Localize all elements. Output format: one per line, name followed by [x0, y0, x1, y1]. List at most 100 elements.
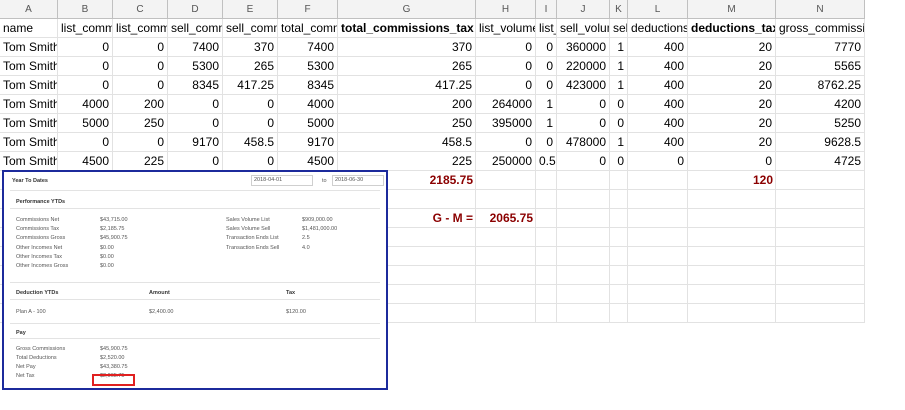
value-cell[interactable]: 0 [58, 38, 113, 57]
column-header-j[interactable]: J [557, 0, 610, 19]
value-cell[interactable]: 220000 [557, 57, 610, 76]
value-cell[interactable]: 0 [476, 133, 536, 152]
value-cell[interactable]: 1 [610, 133, 628, 152]
value-cell[interactable]: 250000 [476, 152, 536, 171]
value-cell[interactable]: 4000 [58, 95, 113, 114]
value-cell[interactable]: 225 [338, 152, 476, 171]
column-header-a[interactable]: A [0, 0, 58, 19]
value-cell[interactable]: 20 [688, 38, 776, 57]
empty-cell[interactable] [610, 171, 628, 190]
empty-cell[interactable] [776, 190, 865, 209]
value-cell[interactable]: 20 [688, 133, 776, 152]
value-cell[interactable]: 9170 [278, 133, 338, 152]
header-cell[interactable]: sell_comm [168, 19, 223, 38]
value-cell[interactable]: 0 [688, 152, 776, 171]
empty-cell[interactable] [610, 304, 628, 323]
value-cell[interactable]: 395000 [476, 114, 536, 133]
empty-cell[interactable] [476, 266, 536, 285]
value-cell[interactable]: 0 [476, 38, 536, 57]
header-cell[interactable]: sell_ [610, 19, 628, 38]
empty-cell[interactable] [536, 171, 557, 190]
empty-cell[interactable] [628, 266, 688, 285]
value-cell[interactable]: 9170 [168, 133, 223, 152]
column-header-h[interactable]: H [476, 0, 536, 19]
empty-cell[interactable] [557, 247, 610, 266]
name-cell[interactable]: Tom Smith [0, 57, 58, 76]
value-cell[interactable]: 200 [113, 95, 168, 114]
empty-cell[interactable] [776, 209, 865, 228]
value-cell[interactable]: 0 [610, 152, 628, 171]
value-cell[interactable]: 1 [610, 38, 628, 57]
value-cell[interactable]: 458.5 [223, 133, 278, 152]
header-cell[interactable]: list_ [536, 19, 557, 38]
empty-cell[interactable] [476, 247, 536, 266]
empty-cell[interactable] [628, 247, 688, 266]
value-cell[interactable]: 417.25 [338, 76, 476, 95]
column-header-b[interactable]: B [58, 0, 113, 19]
value-cell[interactable]: 265 [223, 57, 278, 76]
value-cell[interactable]: 5250 [776, 114, 865, 133]
empty-cell[interactable] [688, 247, 776, 266]
empty-cell[interactable] [536, 304, 557, 323]
empty-cell[interactable] [557, 285, 610, 304]
empty-cell[interactable] [628, 209, 688, 228]
empty-cell[interactable] [557, 228, 610, 247]
value-cell[interactable]: 400 [628, 114, 688, 133]
value-cell[interactable]: 400 [628, 95, 688, 114]
empty-cell[interactable] [610, 266, 628, 285]
value-cell[interactable]: 265 [338, 57, 476, 76]
value-cell[interactable]: 1 [610, 57, 628, 76]
value-cell[interactable]: 400 [628, 57, 688, 76]
value-cell[interactable]: 400 [628, 38, 688, 57]
value-cell[interactable]: 5000 [278, 114, 338, 133]
column-header-k[interactable]: K [610, 0, 628, 19]
value-cell[interactable]: 1 [610, 76, 628, 95]
value-cell[interactable]: 200 [338, 95, 476, 114]
value-cell[interactable]: 0 [536, 57, 557, 76]
column-header-m[interactable]: M [688, 0, 776, 19]
value-cell[interactable]: 370 [223, 38, 278, 57]
name-cell[interactable]: Tom Smith [0, 95, 58, 114]
empty-cell[interactable] [776, 247, 865, 266]
value-cell[interactable]: 0 [113, 57, 168, 76]
value-cell[interactable]: 5300 [168, 57, 223, 76]
value-cell[interactable]: 0 [536, 76, 557, 95]
name-cell[interactable]: Tom Smith [0, 114, 58, 133]
header-cell[interactable]: total_comm [278, 19, 338, 38]
value-cell[interactable]: 400 [628, 76, 688, 95]
empty-cell[interactable] [688, 228, 776, 247]
empty-cell[interactable] [610, 209, 628, 228]
value-cell[interactable]: 4200 [776, 95, 865, 114]
empty-cell[interactable] [610, 190, 628, 209]
value-cell[interactable]: 4500 [58, 152, 113, 171]
value-cell[interactable]: 5000 [58, 114, 113, 133]
header-cell[interactable]: sell_volume [557, 19, 610, 38]
value-cell[interactable]: 1 [536, 114, 557, 133]
date-from-input[interactable]: 2018-04-01 [251, 175, 313, 186]
value-cell[interactable]: 0 [58, 57, 113, 76]
empty-cell[interactable] [536, 228, 557, 247]
value-cell[interactable]: 264000 [476, 95, 536, 114]
header-cell[interactable]: deductions_tax [688, 19, 776, 38]
empty-cell[interactable] [688, 190, 776, 209]
column-header-e[interactable]: E [223, 0, 278, 19]
empty-cell[interactable] [628, 304, 688, 323]
header-cell[interactable]: sell_comm [223, 19, 278, 38]
empty-cell[interactable] [628, 190, 688, 209]
value-cell[interactable]: 250 [338, 114, 476, 133]
value-cell[interactable]: 0 [476, 57, 536, 76]
empty-cell[interactable] [557, 304, 610, 323]
value-cell[interactable]: 5565 [776, 57, 865, 76]
value-cell[interactable]: 370 [338, 38, 476, 57]
value-cell[interactable]: 0 [536, 38, 557, 57]
value-cell[interactable]: 7770 [776, 38, 865, 57]
value-cell[interactable]: 0 [113, 133, 168, 152]
header-cell[interactable]: total_commissions_tax [338, 19, 476, 38]
value-cell[interactable]: 0 [536, 133, 557, 152]
header-cell[interactable]: deductions [628, 19, 688, 38]
empty-cell[interactable] [476, 228, 536, 247]
empty-cell[interactable] [776, 228, 865, 247]
empty-cell[interactable] [628, 228, 688, 247]
value-cell[interactable]: 423000 [557, 76, 610, 95]
empty-cell[interactable] [688, 266, 776, 285]
